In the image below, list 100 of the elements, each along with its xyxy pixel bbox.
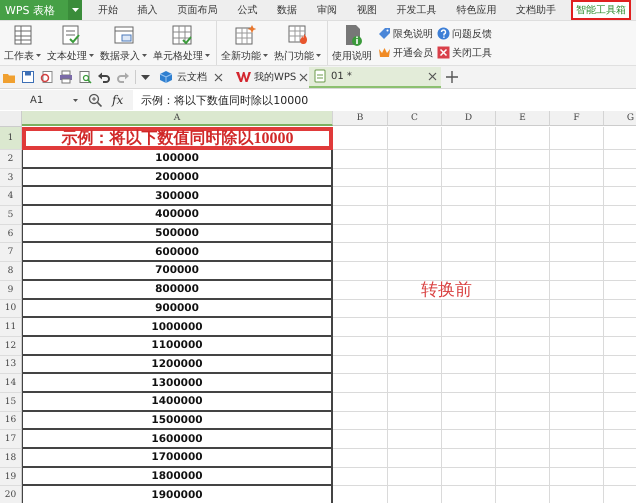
ribbon-button[interactable]: 限免说明 (378, 26, 433, 40)
row-header[interactable]: 16 (0, 412, 22, 430)
ribbon-button[interactable]: 使用说明 (332, 24, 372, 62)
crown-icon (378, 46, 391, 59)
close-icon[interactable] (214, 72, 223, 82)
row-header[interactable]: 20 (0, 486, 22, 503)
menu-tab[interactable]: 开始 (92, 0, 123, 20)
sheet-list-icon (12, 24, 34, 46)
menu-tab[interactable]: 智能工具箱 (571, 0, 632, 20)
row-header[interactable]: 12 (0, 336, 22, 356)
caret-icon[interactable] (141, 74, 150, 80)
row-header[interactable]: 10 (0, 300, 22, 318)
row-header[interactable]: 4 (0, 187, 22, 206)
column-header[interactable]: F (550, 111, 604, 126)
table-cell (442, 412, 496, 430)
document-tab[interactable]: 云文档 (155, 66, 227, 88)
row-header[interactable]: 13 (0, 356, 22, 374)
table-cell (550, 127, 604, 150)
row-header[interactable]: 17 (0, 430, 22, 449)
function-button[interactable]: fx (108, 93, 128, 107)
row-header[interactable]: 11 (0, 318, 22, 337)
row-header[interactable]: 19 (0, 468, 22, 486)
ribbon-button[interactable]: 关闭工具 (437, 46, 492, 60)
table-cell (550, 449, 604, 468)
ribbon-button[interactable]: 文本处理 (47, 24, 94, 62)
row-header[interactable]: 18 (0, 449, 22, 468)
row-header[interactable]: 7 (0, 243, 22, 262)
ribbon-button[interactable]: 全新功能 (221, 24, 268, 62)
row-header[interactable]: 8 (0, 262, 22, 281)
column-header[interactable]: B (333, 111, 388, 126)
table-cell (388, 168, 442, 188)
printer-icon[interactable] (59, 70, 73, 84)
menu-tab[interactable]: 开发工具 (392, 0, 442, 20)
table-cell: 1600000 (22, 430, 333, 449)
close-icon (437, 46, 450, 59)
ribbon-button[interactable]: 开通会员 (378, 46, 433, 60)
table-cell (442, 468, 496, 486)
column-header[interactable]: C (388, 111, 442, 126)
ribbon-button[interactable]: 数据录入 (100, 24, 147, 62)
row-header[interactable]: 3 (0, 168, 22, 188)
menu-tab[interactable]: 视图 (352, 0, 382, 20)
table-cell (496, 318, 550, 337)
row-header[interactable]: 2 (0, 150, 22, 169)
table-cell (496, 468, 550, 486)
table-cell (496, 374, 550, 393)
menu-tab[interactable]: 特色应用 (451, 0, 502, 20)
table-cell (333, 374, 388, 393)
ribbon-button[interactable]: 工作表 (4, 24, 41, 62)
menu-tab[interactable]: 文档助手 (511, 0, 562, 20)
table-cell (496, 412, 550, 430)
undo-icon[interactable] (97, 70, 111, 84)
add-icon[interactable] (446, 71, 458, 83)
menu-tab[interactable]: 页面布局 (172, 0, 223, 20)
ribbon-button[interactable]: 单元格处理 (153, 24, 210, 62)
table-cell (388, 392, 442, 412)
row-header[interactable]: 9 (0, 280, 22, 300)
menu-tab[interactable]: 数据 (272, 0, 302, 20)
table-cell (333, 392, 388, 412)
flame-grid-icon (286, 24, 308, 46)
table-cell (388, 262, 442, 281)
name-box[interactable]: A1 (0, 91, 82, 109)
table-cell (550, 187, 604, 206)
ribbon-button[interactable]: 问题反馈 (437, 26, 492, 40)
table-cell (550, 430, 604, 449)
preview-icon[interactable] (78, 70, 92, 84)
menu-tab[interactable]: 插入 (132, 0, 163, 20)
menu-tab[interactable]: 审阅 (312, 0, 342, 20)
row-header[interactable]: 5 (0, 206, 22, 225)
column-header[interactable]: E (496, 111, 550, 126)
table-cell (388, 300, 442, 318)
save-icon[interactable] (21, 70, 35, 84)
table-cell (442, 356, 496, 374)
row-header[interactable]: 6 (0, 224, 22, 244)
table-cell (442, 127, 496, 150)
row-header[interactable]: 1 (0, 127, 22, 150)
table-cell (550, 150, 604, 169)
menu-tab[interactable]: 公式 (232, 0, 262, 20)
help-icon (437, 27, 450, 40)
column-header[interactable]: G (604, 111, 636, 126)
table-cell (333, 430, 388, 449)
close-icon[interactable] (299, 72, 308, 82)
calendar-form-icon (112, 24, 134, 46)
table-cell: 200000 (22, 168, 333, 188)
caret-icon[interactable] (73, 98, 78, 102)
close-icon[interactable] (428, 72, 437, 80)
row-header[interactable]: 14 (0, 374, 22, 393)
table-cell (496, 127, 550, 150)
table-cell (496, 243, 550, 262)
table-cell: 1200000 (22, 356, 333, 374)
ribbon-button[interactable]: 热门功能 (274, 24, 321, 62)
table-cell (550, 262, 604, 281)
table-cell (388, 187, 442, 206)
column-header[interactable]: D (442, 111, 496, 126)
document-tab[interactable]: 我的WPS (232, 66, 304, 88)
table-cell: 1000000 (22, 318, 333, 337)
column-header[interactable]: A (22, 111, 333, 126)
document-tab[interactable]: 01 * (309, 66, 441, 88)
formula-field[interactable]: 示例：将以下数值同时除以10000 (133, 90, 636, 110)
row-header[interactable]: 15 (0, 392, 22, 412)
zoom-icon[interactable] (88, 93, 102, 107)
